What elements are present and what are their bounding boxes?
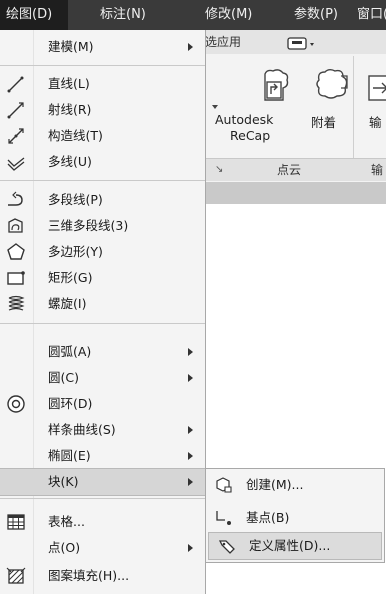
- quick-access-bar: 选应用: [205, 30, 386, 54]
- menu-item-donut[interactable]: 圆环(D): [0, 391, 205, 417]
- menu-item-label: 射线(R): [48, 102, 92, 117]
- menu-item-table[interactable]: 表格...: [0, 509, 205, 535]
- menu-item-multiline[interactable]: 多线(U): [0, 149, 205, 175]
- input-button-partial[interactable]: 输: [363, 68, 386, 128]
- ray-icon: [6, 100, 26, 120]
- menu-modify[interactable]: 修改(M): [205, 0, 252, 30]
- menu-item-arc[interactable]: 圆弧(A): [0, 339, 205, 365]
- base-point-icon: [214, 508, 234, 528]
- submenu-arrow-icon: [188, 426, 193, 434]
- attach-button[interactable]: 附着: [303, 68, 353, 130]
- menu-item-rectangle[interactable]: 矩形(G): [0, 265, 205, 291]
- menu-item-label: 图案填充(H)...: [48, 568, 130, 583]
- dropdown-arrow-icon[interactable]: [212, 105, 218, 109]
- menu-item-label: 建模(M): [48, 39, 94, 54]
- menu-separator: [0, 498, 205, 499]
- menu-item-label: 多线(U): [48, 154, 92, 169]
- submenu-arrow-icon: [188, 43, 193, 51]
- menu-separator: [0, 65, 205, 66]
- menu-separator: [0, 323, 205, 324]
- submenu-arrow-icon: [188, 374, 193, 382]
- menu-bar: 绘图(D) 标注(N) 修改(M) 参数(P) 窗口(W: [0, 0, 386, 30]
- attach-label: 附着: [311, 115, 337, 130]
- define-attribute-icon: [217, 536, 237, 556]
- menu-item-label: 圆弧(A): [48, 344, 92, 359]
- table-icon: [6, 512, 26, 532]
- create-block-icon: [214, 475, 234, 495]
- featured-apps-tab[interactable]: 选应用: [205, 30, 241, 54]
- menu-item-point[interactable]: 点(O): [0, 535, 205, 561]
- menu-item-polygon[interactable]: 多边形(Y): [0, 239, 205, 265]
- menu-item-label: 椭圆(E): [48, 448, 91, 463]
- panel-title-bar: ↘ 点云 输: [205, 158, 386, 181]
- window-toggle-icon[interactable]: [287, 35, 314, 50]
- point-cloud-attach-icon: [313, 68, 353, 105]
- menu-draw[interactable]: 绘图(D): [0, 0, 68, 30]
- file-tab-bar: [205, 182, 386, 204]
- hatch-icon: [6, 566, 26, 586]
- recap-label-line2: ReCap: [230, 128, 271, 143]
- block-submenu: 创建(M)... 基点(B) 定义属性(D)...: [205, 468, 385, 563]
- menu-item-block[interactable]: 块(K): [0, 468, 205, 496]
- menu-item-line[interactable]: 直线(L): [0, 71, 205, 97]
- menu-item-polyline[interactable]: 多段线(P): [0, 187, 205, 213]
- construction-line-icon: [6, 126, 26, 146]
- helix-icon: [6, 294, 26, 314]
- menu-item-label: 矩形(G): [48, 270, 93, 285]
- menu-item-label: 圆(C): [48, 370, 79, 385]
- rectangle-icon: [6, 268, 26, 288]
- submenu-item-label: 定义属性(D)...: [249, 538, 331, 553]
- menu-dimension[interactable]: 标注(N): [100, 0, 146, 30]
- menu-item-label: 块(K): [48, 474, 79, 489]
- menu-item-label: 多段线(P): [48, 192, 103, 207]
- menu-item-label: 直线(L): [48, 76, 90, 91]
- submenu-arrow-icon: [188, 348, 193, 356]
- menu-item-spline[interactable]: 样条曲线(S): [0, 417, 205, 443]
- donut-icon: [6, 394, 26, 414]
- panel-title-point-cloud: 点云: [277, 163, 302, 177]
- polygon-icon: [6, 242, 26, 262]
- multiline-icon: [6, 152, 26, 172]
- menu-item-label: 表格...: [48, 514, 85, 529]
- menu-item-label: 样条曲线(S): [48, 422, 116, 437]
- menu-item-3d-polyline[interactable]: 三维多段线(3): [0, 213, 205, 239]
- submenu-item-label: 基点(B): [246, 510, 290, 525]
- submenu-arrow-icon: [188, 544, 193, 552]
- menu-item-label: 多边形(Y): [48, 244, 103, 259]
- recap-icon: [255, 68, 295, 111]
- menu-item-ray[interactable]: 射线(R): [0, 97, 205, 123]
- menu-window[interactable]: 窗口(W: [357, 0, 386, 30]
- autodesk-recap-button[interactable]: Autodesk ReCap: [215, 68, 295, 143]
- menu-item-label: 圆环(D): [48, 396, 93, 411]
- submenu-item-create-block[interactable]: 创建(M)...: [206, 472, 384, 498]
- menu-item-label: 构造线(T): [48, 128, 103, 143]
- recap-label-line1: Autodesk: [215, 112, 274, 127]
- line-icon: [6, 74, 26, 94]
- 3d-polyline-icon: [6, 216, 26, 236]
- submenu-arrow-icon: [188, 452, 193, 460]
- draw-menu: 建模(M) 直线(L) 射线(R) 构造线(T) 多线(U) 多段线(P) 三维…: [0, 30, 206, 594]
- submenu-item-define-attribute[interactable]: 定义属性(D)...: [208, 532, 382, 560]
- input-label-partial: 输: [369, 115, 382, 128]
- submenu-arrow-icon: [188, 478, 193, 486]
- menu-item-ellipse[interactable]: 椭圆(E): [0, 443, 205, 469]
- panel-expand-icon[interactable]: ↘: [215, 159, 223, 181]
- menu-item-modeling[interactable]: 建模(M): [0, 34, 205, 60]
- menu-item-hatch[interactable]: 图案填充(H)...: [0, 563, 205, 589]
- menu-item-label: 点(O): [48, 540, 81, 555]
- menu-item-label: 螺旋(I): [48, 296, 87, 311]
- submenu-item-label: 创建(M)...: [246, 477, 304, 492]
- menu-item-label: 三维多段线(3): [48, 218, 129, 233]
- menu-item-construction-line[interactable]: 构造线(T): [0, 123, 205, 149]
- menu-separator: [0, 180, 205, 181]
- menu-item-circle[interactable]: 圆(C): [0, 365, 205, 391]
- polyline-icon: [6, 190, 26, 210]
- ribbon: 选应用 Autodesk ReCap 附着 输 ↘ 点云 输: [205, 30, 386, 183]
- import-icon: [367, 70, 386, 107]
- menu-item-helix[interactable]: 螺旋(I): [0, 291, 205, 317]
- panel-title-partial: 输: [371, 163, 384, 177]
- menu-parametric[interactable]: 参数(P): [294, 0, 338, 30]
- submenu-item-base-point[interactable]: 基点(B): [206, 505, 384, 531]
